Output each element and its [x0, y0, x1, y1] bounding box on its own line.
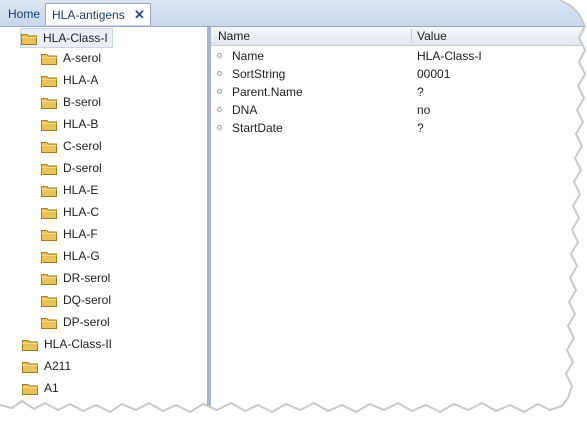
bullet-icon [217, 107, 222, 112]
column-header-name[interactable]: Name [218, 27, 250, 45]
property-name: SortString [232, 67, 286, 81]
tree-item-label: HLA-Class-II [44, 337, 113, 351]
folder-icon [21, 32, 37, 45]
tree-panel: HLA-Class-I A-serol HLA-A B-serol HLA-B … [0, 27, 207, 439]
tree-item-dq-serol[interactable]: DQ-serol [41, 290, 111, 310]
property-name: StartDate [232, 121, 283, 135]
folder-icon [41, 118, 57, 131]
tree-item-hla-class-ii[interactable]: HLA-Class-II [22, 334, 112, 354]
property-name: Parent.Name [232, 85, 303, 99]
tree-item-label: A1 [44, 381, 59, 395]
folder-icon [22, 338, 38, 351]
tree-item-label: HLA-E [63, 183, 99, 197]
tree-item-label: A-serol [63, 51, 102, 65]
property-name: DNA [232, 103, 258, 117]
bullet-icon [217, 89, 222, 94]
tree-item-a1[interactable]: A1 [22, 378, 59, 398]
tree-item-label: HLA-F [63, 227, 98, 241]
tree-item-label: HLA-C [63, 205, 100, 219]
tree-item-hla-g[interactable]: HLA-G [41, 246, 100, 266]
property-value[interactable]: ? [417, 83, 424, 101]
tree-item-hla-c[interactable]: HLA-C [41, 202, 99, 222]
column-header-value[interactable]: Value [417, 27, 447, 45]
folder-icon [41, 316, 57, 329]
folder-icon [41, 206, 57, 219]
property-value[interactable]: no [417, 101, 430, 119]
tree-item-label: D-serol [63, 161, 102, 175]
property-grid: Name Value Name HLA-Class-I SortString 0… [211, 27, 587, 439]
tree-item-b-serol[interactable]: B-serol [41, 92, 101, 112]
tree-item-dp-serol[interactable]: DP-serol [41, 312, 110, 332]
property-row[interactable]: StartDate ? [211, 119, 587, 137]
folder-icon [41, 96, 57, 109]
folder-icon [41, 52, 57, 65]
tree-item-hla-f[interactable]: HLA-F [41, 224, 98, 244]
tab-label: HLA-antigens [52, 8, 125, 22]
property-name: Name [232, 49, 265, 63]
tree-item-label: DR-serol [63, 271, 111, 285]
tree-item-dr-serol[interactable]: DR-serol [41, 268, 110, 288]
bullet-icon [217, 125, 222, 130]
close-icon[interactable]: ✕ [134, 4, 145, 26]
property-row[interactable]: DNA no [211, 101, 587, 119]
property-row[interactable]: SortString 00001 [211, 65, 587, 83]
tab-home[interactable]: Home [2, 3, 46, 25]
tree-item-a-serol[interactable]: A-serol [41, 48, 101, 68]
tree-item-label: C-serol [63, 139, 102, 153]
tree-item-hla-e[interactable]: HLA-E [41, 180, 98, 200]
tab-bar: Home HLA-antigens ✕ [0, 0, 587, 27]
folder-icon [41, 184, 57, 197]
property-value[interactable]: HLA-Class-I [417, 47, 482, 65]
property-value[interactable]: 00001 [417, 65, 450, 83]
property-row[interactable]: Parent.Name ? [211, 83, 587, 101]
folder-icon [22, 382, 38, 395]
folder-icon [41, 74, 57, 87]
tree-item-label: DP-serol [63, 315, 110, 329]
bullet-icon [217, 53, 222, 58]
tab-hla-antigens[interactable]: HLA-antigens ✕ [45, 3, 151, 25]
column-divider[interactable] [411, 29, 412, 43]
folder-icon [41, 294, 57, 307]
folder-icon [41, 228, 57, 241]
tree-item-label: B-serol [63, 95, 102, 109]
folder-icon [41, 272, 57, 285]
tree-item-hla-a[interactable]: HLA-A [41, 70, 98, 90]
tree-item-c-serol[interactable]: C-serol [41, 136, 102, 156]
tree-item-label: HLA-A [63, 73, 99, 87]
property-grid-header: Name Value [211, 27, 587, 46]
tree-item-label: HLA-G [63, 249, 100, 263]
folder-icon [41, 162, 57, 175]
tree-item-hla-b[interactable]: HLA-B [41, 114, 98, 134]
tree-item-label: HLA-Class-I [43, 31, 108, 45]
tree-item-d-serol[interactable]: D-serol [41, 158, 102, 178]
tree-item-label: DQ-serol [63, 293, 112, 307]
folder-icon [41, 140, 57, 153]
folder-icon [41, 250, 57, 263]
tree-item-hla-class-i[interactable]: HLA-Class-I [20, 28, 113, 48]
tree-item-label: A211 [44, 359, 72, 373]
tree-item-a211[interactable]: A211 [22, 356, 71, 376]
bullet-icon [217, 71, 222, 76]
tree-item-label: HLA-B [63, 117, 99, 131]
property-row[interactable]: Name HLA-Class-I [211, 47, 587, 65]
property-value[interactable]: ? [417, 119, 424, 137]
folder-icon [22, 360, 38, 373]
